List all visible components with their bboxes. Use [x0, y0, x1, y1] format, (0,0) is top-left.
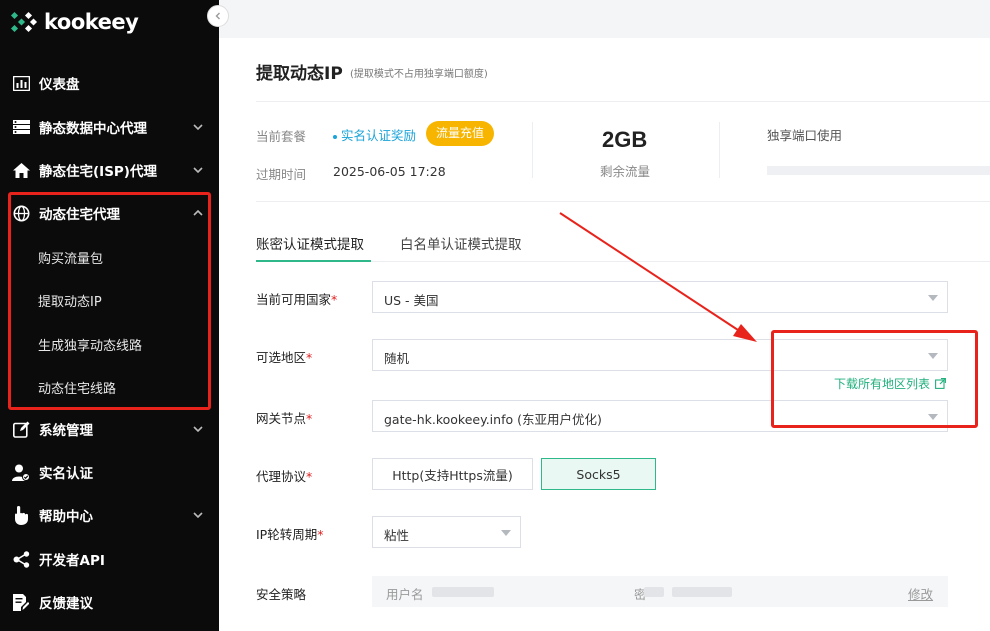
security-credentials-box: 用户名 密 修改 [372, 576, 948, 607]
tab-account-auth[interactable]: 账密认证模式提取 [256, 233, 364, 253]
protocol-socks5-button[interactable]: Socks5 [541, 458, 656, 490]
plan-label: 当前套餐 [256, 129, 307, 144]
sidebar-item-dashboard[interactable]: 仪表盘 [0, 68, 219, 98]
edit-icon [12, 420, 30, 438]
sidebar-item-label: 静态数据中心代理 [39, 121, 147, 137]
sidebar-subitem-residential-lines[interactable]: 动态住宅线路 [38, 378, 116, 397]
sidebar-subitem-buy-traffic[interactable]: 购买流量包 [38, 248, 103, 267]
sidebar-item-label: 系统管理 [39, 423, 93, 439]
sidebar-item-label: 帮助中心 [39, 509, 93, 525]
page-title: 提取动态IP [256, 64, 343, 84]
kookeey-logo-icon [10, 11, 38, 33]
page-subtitle: (提取模式不占用独享端口额度) [350, 69, 488, 80]
sidebar-item-label: 实名认证 [39, 466, 93, 482]
external-link-icon [934, 378, 946, 389]
main-panel: 提取动态IP (提取模式不占用独享端口额度) 当前套餐 实名认证奖励 流量充值 … [219, 38, 990, 631]
plan-dot [333, 134, 337, 139]
username-label: 用户名 [386, 587, 424, 602]
sidebar-item-dynamic-residential[interactable]: 动态住宅代理 [0, 198, 219, 228]
sidebar-subitem-extract-ip[interactable]: 提取动态IP [38, 291, 102, 310]
chevron-left-icon [215, 12, 220, 20]
plan-value[interactable]: 实名认证奖励 [333, 125, 416, 144]
divider [256, 201, 990, 202]
plan-value-text: 实名认证奖励 [341, 128, 417, 143]
brand-name: kookeey [44, 10, 139, 34]
port-usage-progress [767, 166, 990, 175]
server-icon [12, 118, 30, 136]
sidebar-item-system[interactable]: 系统管理 [0, 414, 219, 444]
caret-down-icon [928, 414, 938, 420]
collapse-sidebar-button[interactable] [207, 5, 229, 27]
sidebar-item-feedback[interactable]: 反馈建议 [0, 587, 219, 617]
divider [719, 122, 720, 178]
divider [256, 101, 990, 102]
region-select[interactable]: 随机 [372, 339, 948, 371]
port-usage-label: 独享端口使用 [767, 128, 843, 143]
home-icon [12, 161, 30, 179]
protocol-label: 代理协议* [256, 469, 313, 484]
sidebar-item-label: 仪表盘 [39, 77, 80, 93]
remaining-traffic-label: 剩余流量 [600, 164, 651, 179]
sidebar-item-help[interactable]: 帮助中心 [0, 500, 219, 530]
share-nodes-icon [12, 550, 30, 568]
chevron-down-icon [193, 124, 203, 131]
chevron-up-icon [193, 209, 203, 216]
chevron-down-icon [193, 426, 203, 433]
document-edit-icon [12, 593, 30, 611]
caret-down-icon [928, 295, 938, 301]
password-value-redacted [672, 587, 732, 597]
country-select-value: US - 美国 [384, 293, 439, 308]
sidebar-item-static-datacenter[interactable]: 静态数据中心代理 [0, 112, 219, 142]
username-value-redacted [432, 587, 494, 597]
gateway-label: 网关节点* [256, 411, 313, 426]
active-tab-indicator [256, 260, 371, 262]
remaining-traffic-value: 2GB [602, 127, 648, 152]
region-label: 可选地区* [256, 350, 313, 365]
recharge-button[interactable]: 流量充值 [426, 121, 495, 146]
divider [532, 122, 533, 178]
sidebar-item-verification[interactable]: 实名认证 [0, 457, 219, 487]
expire-value: 2025-06-05 17:28 [333, 164, 446, 179]
dashboard-icon [12, 74, 30, 92]
sidebar-item-label: 动态住宅代理 [39, 207, 120, 223]
gateway-select-value: gate-hk.kookeey.info (东亚用户优化) [384, 412, 602, 427]
country-select[interactable]: US - 美国 [372, 281, 948, 313]
protocol-http-button[interactable]: Http(支持Https流量) [372, 458, 533, 490]
region-select-value: 随机 [384, 351, 410, 366]
caret-down-icon [501, 530, 511, 536]
gateway-select[interactable]: gate-hk.kookeey.info (东亚用户优化) [372, 400, 948, 432]
password-label-redacted [644, 587, 664, 597]
expire-label: 过期时间 [256, 167, 307, 182]
rotation-select-value: 粘性 [384, 528, 410, 543]
sidebar-item-label: 开发者API [39, 553, 105, 569]
modify-security-link[interactable]: 修改 [908, 584, 933, 603]
rotation-label: IP轮转周期* [256, 527, 324, 542]
download-regions-link[interactable]: 下载所有地区列表 [834, 375, 946, 392]
brand-logo[interactable]: kookeey [10, 8, 139, 36]
sidebar-subitem-generate-line[interactable]: 生成独享动态线路 [38, 335, 142, 354]
sidebar-item-static-isp[interactable]: 静态住宅(ISP)代理 [0, 155, 219, 185]
sidebar-item-developer-api[interactable]: 开发者API [0, 544, 219, 574]
rotation-select[interactable]: 粘性 [372, 516, 521, 548]
chevron-down-icon [193, 512, 203, 519]
user-check-icon [12, 463, 30, 481]
caret-down-icon [928, 353, 938, 359]
globe-icon [12, 204, 30, 222]
top-bar [219, 0, 990, 38]
sidebar-item-label: 静态住宅(ISP)代理 [39, 164, 157, 180]
chevron-down-icon [193, 167, 203, 174]
hand-pointer-icon [12, 505, 30, 525]
sidebar: kookeey 仪表盘 静态数据中心代理 静态住宅(ISP)代理 动态住宅代理 … [0, 0, 219, 631]
security-label: 安全策略 [256, 587, 307, 602]
country-label: 当前可用国家* [256, 292, 338, 307]
sidebar-item-label: 反馈建议 [39, 596, 93, 612]
tab-whitelist-auth[interactable]: 白名单认证模式提取 [400, 233, 522, 253]
